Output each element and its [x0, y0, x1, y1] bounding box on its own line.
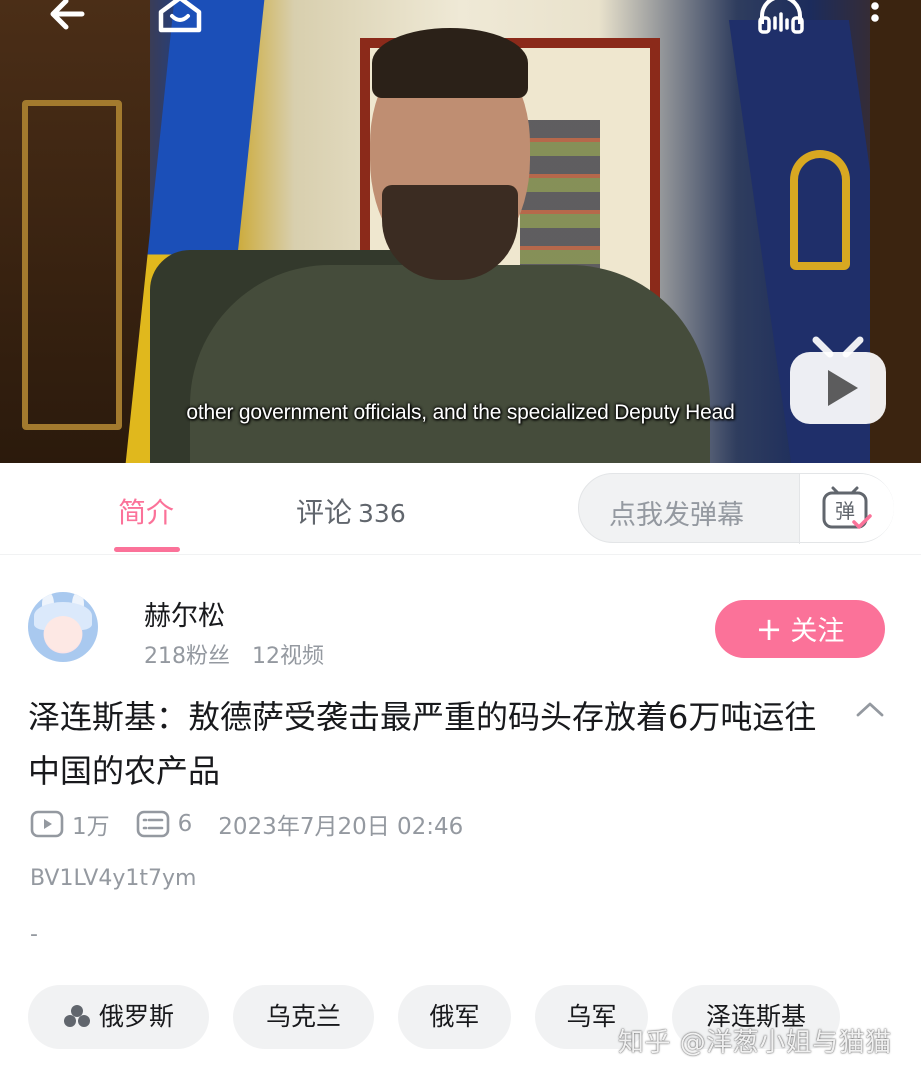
video-meta: 1万 6 2023年7月20日 02:46: [30, 806, 463, 842]
tag-label: 乌克兰: [265, 1002, 341, 1031]
tag-chip[interactable]: 俄罗斯: [28, 985, 209, 1049]
topic-icon: [63, 1005, 90, 1027]
video-frame-speaker-body: [190, 265, 710, 463]
bvid-label: BV1LV4y1t7ym: [30, 866, 197, 891]
tab-comments-count: 336: [358, 499, 406, 528]
tab-comments[interactable]: 评论 336: [296, 491, 406, 531]
tag-label: 俄罗斯: [98, 1002, 174, 1031]
tag-label: 乌军: [566, 1002, 617, 1031]
publish-time: 2023年7月20日 02:46: [218, 814, 464, 840]
tab-comments-label: 评论: [296, 496, 353, 529]
video-title: 泽连斯基：敖德萨受袭击最严重的码头存放着6万吨运往中国的农产品: [28, 698, 817, 790]
tab-active-indicator: [114, 547, 180, 552]
avatar[interactable]: [28, 592, 98, 662]
follow-button[interactable]: + 关注: [715, 600, 885, 658]
danmaku-input[interactable]: 点我发弹幕 弹: [578, 473, 894, 544]
play-count-icon: [30, 810, 64, 838]
danmaku-placeholder: 点我发弹幕: [609, 500, 744, 531]
tag-chip[interactable]: 乌克兰: [233, 985, 374, 1049]
video-frame-wall: [0, 0, 150, 463]
danmaku-icon-glyph: 弹: [835, 499, 855, 523]
tag-label: 俄军: [429, 1002, 480, 1031]
home-icon[interactable]: [155, 0, 205, 34]
danmaku-count: 6: [177, 811, 193, 837]
video-frame-emblem: [790, 150, 850, 270]
tab-bar: 简介 评论 336 点我发弹幕 弹: [0, 463, 921, 555]
tab-intro-label: 简介: [118, 496, 175, 529]
video-frame-speaker-hair: [372, 28, 528, 98]
danmaku-icon: 弹: [822, 486, 872, 529]
video-subtitle: other government officials, and the spec…: [186, 401, 735, 424]
tag-chip[interactable]: 俄军: [398, 985, 511, 1049]
uploader-stats: 218粉丝 12视频: [144, 638, 324, 670]
audio-icon[interactable]: [756, 0, 806, 34]
follow-label: 关注: [790, 616, 845, 647]
danmaku-count-icon: [136, 810, 169, 838]
back-icon[interactable]: [44, 0, 94, 32]
more-icon[interactable]: [860, 0, 890, 38]
chevron-up-icon[interactable]: [852, 695, 888, 725]
tab-intro[interactable]: 简介: [118, 491, 174, 531]
uploader-name[interactable]: 赫尔松: [144, 594, 225, 633]
danmaku-settings-button[interactable]: 弹: [800, 474, 894, 542]
view-count: 1万: [72, 814, 110, 840]
uploader-video-count: 12视频: [252, 644, 324, 669]
uploader-fans: 218粉丝: [144, 644, 230, 669]
video-description: -: [30, 922, 38, 947]
plus-icon: +: [755, 610, 783, 648]
bilibili-play-icon[interactable]: [786, 336, 890, 428]
watermark: 知乎 @洋葱小姐与猫猫: [618, 1028, 892, 1058]
video-player[interactable]: other government officials, and the spec…: [0, 0, 921, 463]
